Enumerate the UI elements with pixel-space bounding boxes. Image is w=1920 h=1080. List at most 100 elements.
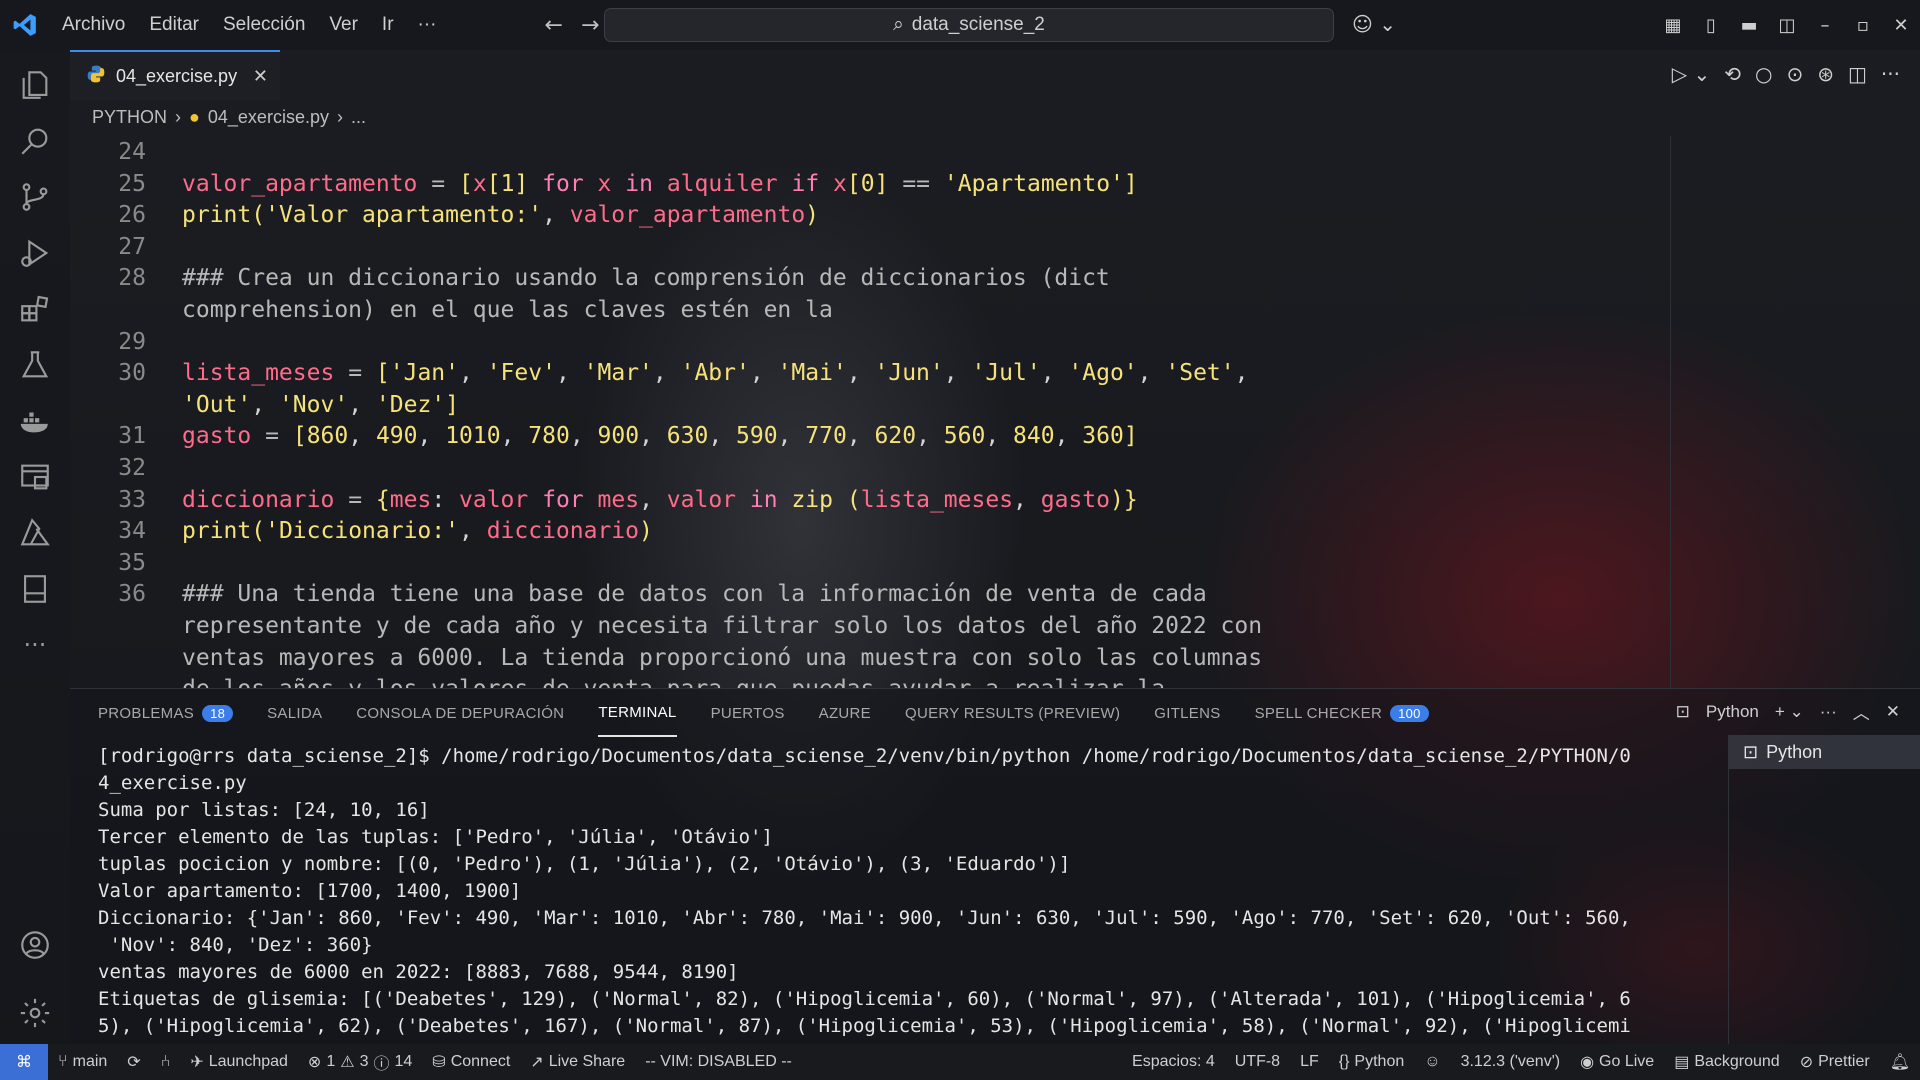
gitlens-icon[interactable]: ⊛	[1817, 62, 1834, 86]
code-line[interactable]: representante y de cada año y necesita f…	[70, 610, 1850, 642]
menu-ir[interactable]: Ir	[370, 14, 406, 36]
menu-ver[interactable]: Ver	[317, 14, 370, 36]
panel-tab-puertos[interactable]: PUERTOS	[711, 689, 785, 737]
panel-tab-salida[interactable]: SALIDA	[267, 689, 322, 737]
git-prev-icon[interactable]: ○	[1755, 62, 1772, 86]
menu-seleccion[interactable]: Selección	[211, 14, 317, 36]
code-line[interactable]: 27	[70, 231, 1850, 263]
background-status[interactable]: ▤ Background	[1664, 1052, 1790, 1072]
vim-status[interactable]: -- VIM: DISABLED --	[635, 1053, 802, 1071]
code-text[interactable]: 'Out', 'Nov', 'Dez']	[182, 389, 459, 421]
close-panel-icon[interactable]: ✕	[1886, 702, 1900, 722]
maximize-panel-icon[interactable]: ︿	[1853, 699, 1870, 724]
code-text[interactable]: comprehension) en el que las claves esté…	[182, 294, 833, 326]
more-actions-icon[interactable]: ···	[1820, 702, 1837, 722]
toggle-secondary-sidebar-icon[interactable]: ◫	[1768, 0, 1806, 50]
toggle-panel-icon[interactable]: ▬	[1730, 0, 1768, 50]
language-status[interactable]: {} Python	[1329, 1053, 1415, 1071]
toggle-sidebar-icon[interactable]: ▯	[1692, 0, 1730, 50]
code-text[interactable]: de los años y los valores de venta para …	[182, 673, 1165, 688]
code-line[interactable]: 35	[70, 547, 1850, 579]
minimize-icon[interactable]: –	[1806, 0, 1844, 50]
code-line[interactable]: 25 valor_apartamento = [x[1] for x in alq…	[70, 168, 1850, 200]
code-line[interactable]: 'Out', 'Nov', 'Dez']	[70, 389, 1850, 421]
close-tab-icon[interactable]: ✕	[253, 66, 268, 87]
breadcrumb-file[interactable]: 04_exercise.py	[208, 107, 329, 128]
code-line[interactable]: 36 ### Una tienda tiene una base de datos…	[70, 578, 1850, 610]
command-center-search[interactable]: ⌕ data_sciense_2	[604, 8, 1334, 42]
panel-tab-terminal[interactable]: TERMINAL	[598, 689, 677, 737]
copilot-icon[interactable]: ☺ ⌄	[1352, 12, 1396, 36]
layout-customize-icon[interactable]: ▦	[1654, 0, 1692, 50]
liveshare-status[interactable]: ↗ Live Share	[520, 1052, 635, 1072]
code-line[interactable]: 28 ### Crea un diccionario usando la comp…	[70, 262, 1850, 294]
encoding-status[interactable]: UTF-8	[1225, 1053, 1290, 1071]
code-text[interactable]: gasto = [860, 490, 1010, 780, 900, 630, …	[182, 420, 1138, 452]
more-actions-icon[interactable]: ···	[1881, 62, 1900, 86]
interpreter-status[interactable]: 3.12.3 ('venv')	[1451, 1053, 1571, 1071]
code-line[interactable]: 29	[70, 326, 1850, 358]
code-text[interactable]: representante y de cada año y necesita f…	[182, 610, 1262, 642]
code-line[interactable]: comprehension) en el que las claves esté…	[70, 294, 1850, 326]
git-next-icon[interactable]: ⊙	[1786, 62, 1803, 86]
indentation-status[interactable]: Espacios: 4	[1122, 1053, 1225, 1071]
run-file-icon[interactable]: ▷ ⌄	[1672, 62, 1711, 86]
more-views-icon[interactable]: ···	[0, 610, 70, 680]
launchpad-status[interactable]: ✈ Launchpad	[180, 1052, 298, 1072]
code-text[interactable]: ventas mayores a 6000. La tienda proporc…	[182, 642, 1262, 674]
panel-tab-azure[interactable]: AZURE	[819, 689, 871, 737]
panel-tab-spell-checker[interactable]: SPELL CHECKER 100	[1255, 689, 1429, 737]
code-line[interactable]: 26 print('Valor apartamento:', valor_apar…	[70, 199, 1850, 231]
close-window-icon[interactable]: ✕	[1882, 0, 1920, 50]
code-line[interactable]: 24	[70, 136, 1850, 168]
remote-icon[interactable]: ⌘	[0, 1044, 48, 1080]
back-arrow-icon[interactable]: ←	[545, 13, 563, 38]
eol-status[interactable]: LF	[1290, 1053, 1329, 1071]
code-text[interactable]: ### Una tienda tiene una base de datos c…	[182, 578, 1207, 610]
panel-tab-consola-de-depuraci-n[interactable]: CONSOLA DE DEPURACIÓN	[356, 689, 564, 737]
panel-tab-gitlens[interactable]: GITLENS	[1154, 689, 1220, 737]
code-text[interactable]: diccionario = {mes: valor for mes, valor…	[182, 484, 1138, 516]
code-text[interactable]: print('Valor apartamento:', valor_aparta…	[182, 199, 819, 231]
code-line[interactable]: 33 diccionario = {mes: valor for mes, val…	[70, 484, 1850, 516]
golive-status[interactable]: ◉ Go Live	[1570, 1052, 1664, 1072]
breadcrumb-symbol[interactable]: ...	[351, 107, 366, 128]
code-editor[interactable]: 24 25 valor_apartamento = [x[1] for x in a…	[70, 136, 1920, 688]
forward-arrow-icon[interactable]: →	[581, 13, 599, 38]
code-line[interactable]: 30 lista_meses = ['Jan', 'Fev', 'Mar', 'A…	[70, 357, 1850, 389]
code-line[interactable]: de los años y los valores de venta para …	[70, 673, 1850, 688]
timeline-back-icon[interactable]: ⟲	[1724, 62, 1741, 86]
menu-archivo[interactable]: Archivo	[50, 14, 137, 36]
panel-actions: ⊡ Python + ⌄ ··· ︿ ✕	[1676, 699, 1900, 724]
panel-tab-query-results-preview-[interactable]: QUERY RESULTS (PREVIEW)	[905, 689, 1120, 737]
code-line[interactable]: 32	[70, 452, 1850, 484]
problems-status[interactable]: ⊗ 1 ⚠ 3 ⓘ 14	[298, 1050, 422, 1074]
branch-status[interactable]: ⑂ main	[48, 1053, 117, 1071]
code-text[interactable]: ### Crea un diccionario usando la compre…	[182, 262, 1110, 294]
terminal-list-item[interactable]: ⊡ Python	[1729, 735, 1920, 769]
accounts-icon[interactable]	[0, 910, 70, 980]
terminal-output[interactable]: [rodrigo@rrs data_sciense_2]$ /home/rodr…	[98, 743, 1778, 1040]
breadcrumb-folder[interactable]: PYTHON	[92, 107, 167, 128]
menu-more[interactable]: ···	[406, 14, 449, 36]
code-text[interactable]: lista_meses = ['Jan', 'Fev', 'Mar', 'Abr…	[182, 357, 1248, 389]
maximize-icon[interactable]: ▫	[1844, 0, 1882, 50]
connect-status[interactable]: ⛁ Connect	[422, 1052, 520, 1072]
menu-editar[interactable]: Editar	[137, 14, 211, 36]
prettier-status[interactable]: ⊘ Prettier	[1790, 1052, 1880, 1072]
code-text[interactable]: valor_apartamento = [x[1] for x in alqui…	[182, 168, 1138, 200]
copilot-status-icon[interactable]: ☺	[1414, 1053, 1450, 1071]
panel-tab-problemas[interactable]: PROBLEMAS 18	[98, 689, 234, 737]
settings-gear-icon[interactable]	[0, 978, 70, 1048]
sync-icon[interactable]: ⟳	[117, 1052, 150, 1072]
git-graph-icon[interactable]: ⑃	[151, 1053, 181, 1071]
code-line[interactable]: ventas mayores a 6000. La tienda proporc…	[70, 642, 1850, 674]
code-line[interactable]: 31 gasto = [860, 490, 1010, 780, 900, 630…	[70, 420, 1850, 452]
split-editor-icon[interactable]: ◫	[1848, 62, 1867, 86]
code-line[interactable]: 34 print('Diccionario:', diccionario)	[70, 515, 1850, 547]
code-text[interactable]: print('Diccionario:', diccionario)	[182, 515, 653, 547]
new-terminal-icon[interactable]: + ⌄	[1775, 702, 1804, 722]
tab-04-exercise[interactable]: 04_exercise.py ✕	[70, 50, 280, 100]
notifications-bell-icon[interactable]: 🔔︎	[1880, 1052, 1920, 1072]
line-number: 36	[118, 581, 146, 608]
